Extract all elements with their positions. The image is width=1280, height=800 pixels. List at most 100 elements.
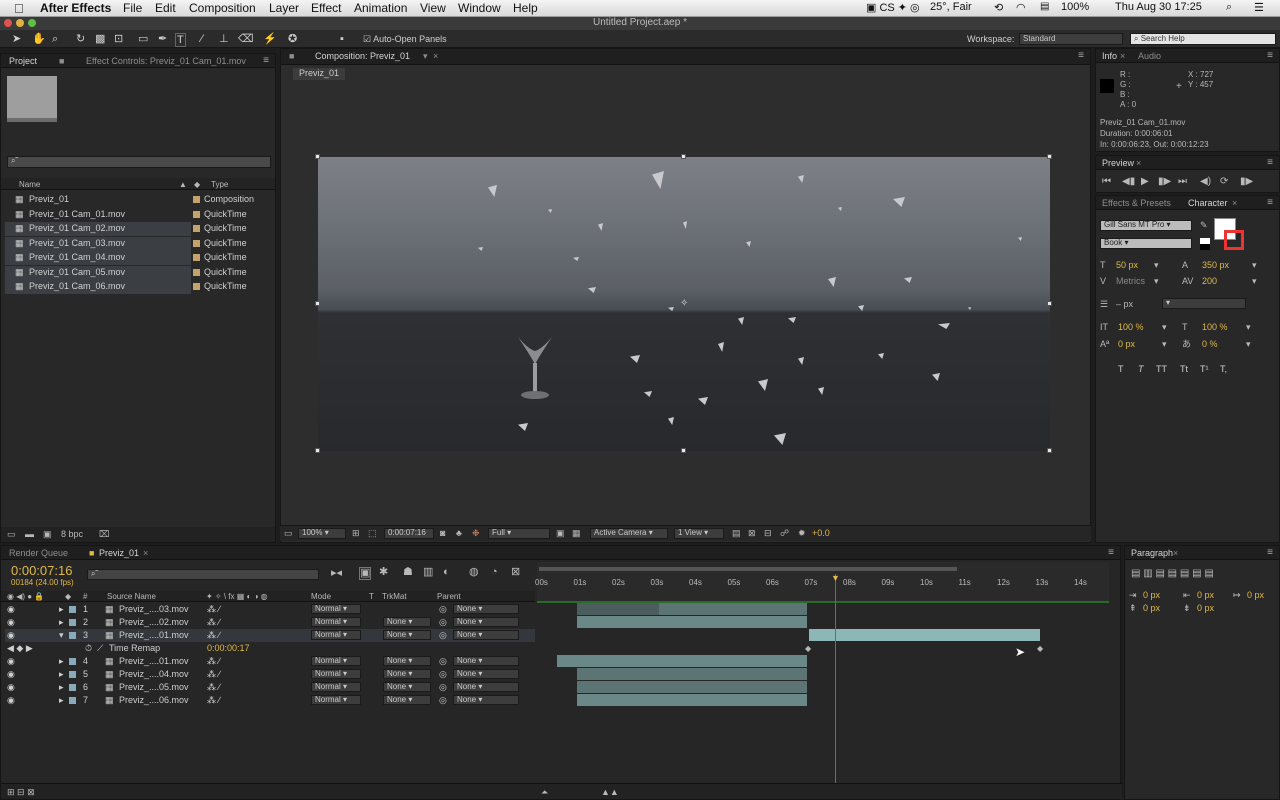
layer-row[interactable]: ◉ ▸ 1 ▦ Previz_....03.mov ⁂ ∕ Normal ▾ ◎ None ▾ <box>5 603 535 616</box>
bbox-handle[interactable] <box>681 154 686 159</box>
tsume-value[interactable]: 0 % <box>1202 339 1218 350</box>
eyedropper-icon[interactable]: ✎ <box>1200 220 1208 231</box>
layer-row[interactable]: ◉ ▾ 3 ▦ Previz_....01.mov ⁂ ∕ Normal ▾ None ▾ ◎ N… <box>5 629 535 642</box>
switch-icons[interactable]: ⁂ ∕ <box>207 694 220 706</box>
subscript-button[interactable]: T, <box>1220 364 1227 374</box>
expand-arrow-icon[interactable]: ▸ <box>59 616 64 628</box>
eraser-tool-icon[interactable]: ⌫ <box>238 33 254 45</box>
layer-name[interactable]: Previz_....01.mov <box>119 655 189 667</box>
transparency-grid-icon[interactable]: ▦ <box>572 528 581 539</box>
project-item[interactable]: ▦ Previz_01 Cam_01.mov <box>5 208 191 222</box>
info-close-icon[interactable]: × <box>1120 51 1125 61</box>
paragraph-menu-icon[interactable]: ≡ <box>1267 547 1273 558</box>
project-item-type[interactable]: QuickTime <box>193 237 271 251</box>
brainstorm-icon[interactable]: ◍ <box>469 567 479 578</box>
layer-row[interactable]: ◉ ▸ 5 ▦ Previz_....04.mov ⁂ ∕ Normal ▾ None ▾ ◎ N… <box>5 668 535 681</box>
label-color-swatch[interactable] <box>69 671 76 678</box>
space-before-value[interactable]: 0 px <box>1143 603 1160 614</box>
menu-view[interactable]: View <box>420 1 446 15</box>
small-caps-button[interactable]: Tt <box>1180 364 1188 374</box>
last-frame-icon[interactable]: ⏭ <box>1178 176 1187 187</box>
switches-header-icons[interactable]: ✦ ✧ \ fx ▦ ◐ ◑ ◍ <box>206 591 268 602</box>
menu-window[interactable]: Window <box>458 1 501 15</box>
keyframe-icon[interactable]: ◆ <box>805 643 811 654</box>
label-color-swatch[interactable] <box>69 619 76 626</box>
layer-6-bar[interactable] <box>577 681 807 693</box>
black-swatch[interactable] <box>1200 244 1210 250</box>
expand-arrow-icon[interactable]: ▸ <box>59 603 64 615</box>
camera-dropdown[interactable]: Active Camera ▾ <box>590 528 668 539</box>
tsume-dropdown-icon[interactable]: ▾ <box>1246 339 1251 350</box>
footer-toggle-icons[interactable]: ⊞ ⊟ ⊠ <box>7 787 35 798</box>
col-name[interactable]: Name <box>19 179 40 190</box>
label-col-icon[interactable]: ◆ <box>194 179 200 190</box>
preview-close-icon[interactable]: × <box>1136 158 1141 168</box>
all-caps-button[interactable]: TT <box>1156 364 1167 374</box>
trkmat-dropdown[interactable]: None ▾ <box>383 630 431 640</box>
exposure-icon[interactable]: ✹ <box>798 528 806 539</box>
time-machine-icon[interactable]: ⟲ <box>994 1 1003 14</box>
clock[interactable]: Thu Aug 30 17:25 <box>1115 1 1202 13</box>
project-item[interactable]: ▦ Previz_01 Cam_06.mov <box>5 280 191 294</box>
comp-subtab[interactable]: Previz_01 <box>293 68 345 80</box>
first-line-value[interactable]: 0 px <box>1247 590 1264 601</box>
layer-row[interactable]: ◉ ▸ 2 ▦ Previz_....02.mov ⁂ ∕ Normal ▾ None ▾ ◎ N… <box>5 616 535 629</box>
trkmat-dropdown[interactable]: None ▾ <box>383 682 431 692</box>
comp-menu-icon[interactable]: ≡ <box>1078 50 1084 61</box>
font-style-dropdown[interactable]: Book ▾ <box>1100 238 1192 249</box>
horizontal-scale-value[interactable]: 100 % <box>1202 322 1228 333</box>
switch-icons[interactable]: ⁂ ∕ <box>207 616 220 628</box>
tab-info[interactable]: Info <box>1102 51 1117 61</box>
pickwhip-icon[interactable]: ◎ <box>439 655 447 667</box>
playhead-icon[interactable]: ▼ <box>831 573 840 584</box>
layer-name[interactable]: Previz_....03.mov <box>119 603 189 615</box>
zoom-tool-icon[interactable]: ⌕ <box>52 33 58 45</box>
mode-dropdown[interactable]: Normal ▾ <box>311 630 361 640</box>
timeline-close-icon[interactable]: × <box>143 548 148 558</box>
baseline-shift-value[interactable]: 0 px <box>1118 339 1135 350</box>
tab-project[interactable]: Project <box>9 56 37 66</box>
exposure-value[interactable]: +0.0 <box>812 528 830 539</box>
motion-blur-icon[interactable]: ◐ <box>443 567 450 578</box>
parent-dropdown[interactable]: None ▾ <box>453 656 519 666</box>
col-mode[interactable]: Mode <box>311 591 331 602</box>
label-color-swatch[interactable] <box>69 697 76 704</box>
parent-dropdown[interactable]: None ▾ <box>453 617 519 627</box>
menu-composition[interactable]: Composition <box>189 1 256 15</box>
layer-7-bar[interactable] <box>577 694 807 706</box>
layer-name[interactable]: Previz_....01.mov <box>119 629 189 641</box>
tab-paragraph[interactable]: Paragraph <box>1131 548 1173 558</box>
project-item[interactable]: ▦ Previz_01 Cam_05.mov <box>5 265 191 280</box>
expand-arrow-icon[interactable]: ▸ <box>59 668 64 680</box>
pickwhip-icon[interactable]: ◎ <box>439 603 447 615</box>
type-tool-icon[interactable]: T <box>175 33 186 47</box>
bbox-handle[interactable] <box>1047 154 1052 159</box>
switch-icons[interactable]: ⁂ ∕ <box>207 681 220 693</box>
character-menu-icon[interactable]: ≡ <box>1267 197 1273 208</box>
menu-edit[interactable]: Edit <box>155 1 176 15</box>
resolution-dropdown[interactable]: Full ▾ <box>488 528 550 539</box>
camera-tool-icon[interactable]: ▩ <box>95 33 105 45</box>
horizontal-scale-dropdown-icon[interactable]: ▾ <box>1246 322 1251 333</box>
layer-name[interactable]: Previz_....06.mov <box>119 694 189 706</box>
visibility-icon[interactable]: ◉ <box>7 629 15 641</box>
layer-name[interactable]: Previz_....02.mov <box>119 616 189 628</box>
pickwhip-icon[interactable]: ◎ <box>439 681 447 693</box>
comp-close-icon[interactable]: × <box>433 51 438 61</box>
selection-tool-icon[interactable]: ➤ <box>12 33 21 45</box>
menu-file[interactable]: File <box>123 1 142 15</box>
col-type[interactable]: Type <box>211 179 228 190</box>
new-folder-icon[interactable]: ▬ <box>25 529 34 540</box>
show-snapshot-icon[interactable]: ♣ <box>456 528 462 539</box>
wifi-icon[interactable]: ◠ <box>1016 1 1026 14</box>
pickwhip-icon[interactable]: ◎ <box>439 694 447 706</box>
flag-icon[interactable]: ▤ <box>1040 1 1049 12</box>
paragraph-close-icon[interactable]: × <box>1173 548 1178 558</box>
visibility-icon[interactable]: ◉ <box>7 681 15 693</box>
character-close-icon[interactable]: × <box>1232 198 1237 208</box>
work-area-bar[interactable] <box>539 567 957 571</box>
layer-row[interactable]: ◉ ▸ 7 ▦ Previz_....06.mov ⁂ ∕ Normal ▾ None ▾ ◎ N… <box>5 694 535 707</box>
switch-icons[interactable]: ⁂ ∕ <box>207 629 220 641</box>
menu-help[interactable]: Help <box>513 1 538 15</box>
pickwhip-icon[interactable]: ◎ <box>439 668 447 680</box>
